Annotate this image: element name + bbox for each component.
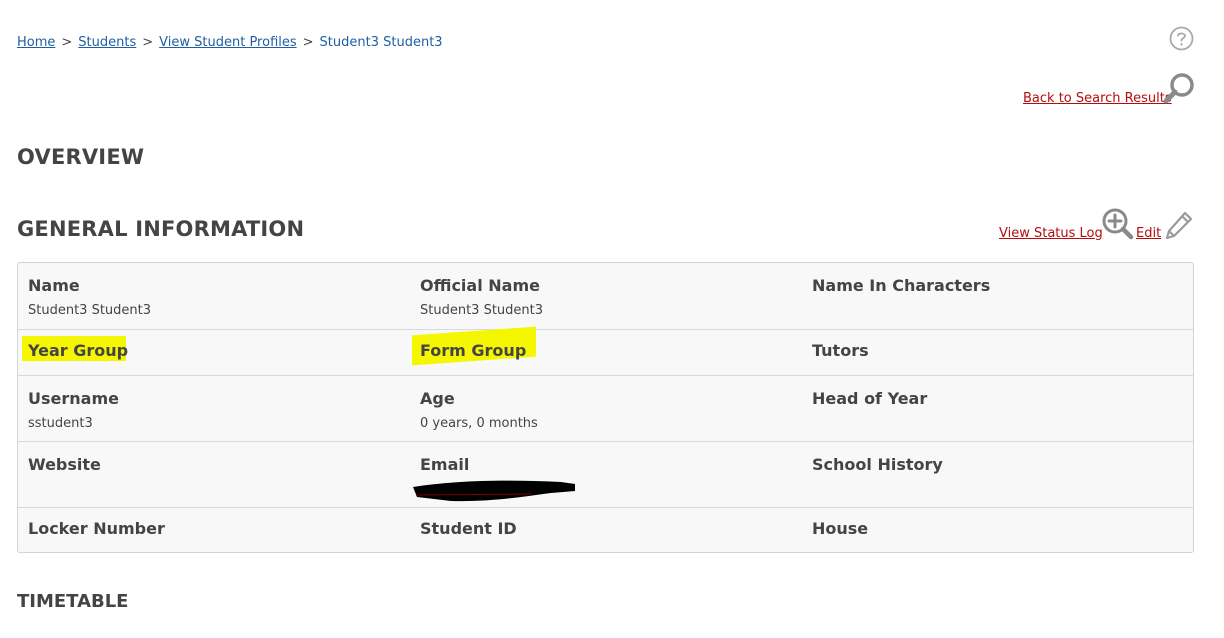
breadcrumb-current: Student3 Student3 <box>319 35 443 50</box>
info-value-age: 0 years, 0 months <box>420 416 538 431</box>
general-information-panel: Name Student3 Student3 Official Name Stu… <box>17 262 1194 553</box>
info-label-student-id: Student ID <box>420 519 517 538</box>
info-label-website: Website <box>28 455 101 474</box>
overview-heading: OVERVIEW <box>17 145 145 169</box>
breadcrumb-separator: > <box>302 35 314 50</box>
breadcrumb-view-student-profiles-link[interactable]: View Student Profiles <box>159 35 296 50</box>
breadcrumb-separator: > <box>61 35 73 50</box>
info-label-year-group: Year Group <box>28 341 129 360</box>
info-label-email: Email <box>420 455 470 474</box>
edit-link[interactable]: Edit <box>1136 226 1161 241</box>
view-status-log-link[interactable]: View Status Log <box>999 226 1103 241</box>
email-redaction-mark <box>413 480 575 502</box>
info-value-official-name: Student3 Student3 <box>420 303 544 318</box>
info-label-username: Username <box>28 389 119 408</box>
info-label-age: Age <box>420 389 455 408</box>
info-value-name: Student3 Student3 <box>28 303 152 318</box>
breadcrumb: Home > Students > View Student Profiles > Stud… <box>17 35 443 50</box>
info-row-groups: Year Group Form Group Tutors <box>18 326 1193 376</box>
info-label-head-of-year: Head of Year <box>812 389 928 408</box>
info-label-official-name: Official Name <box>420 276 540 295</box>
breadcrumb-separator: > <box>142 35 154 50</box>
info-row-username: Username sstudent3 Age 0 years, 0 months… <box>18 376 1193 442</box>
help-icon[interactable] <box>1169 26 1194 51</box>
info-row-locker: Locker Number Student ID House <box>18 508 1193 554</box>
info-row-contact: Website Email School History <box>18 442 1193 508</box>
breadcrumb-students-link[interactable]: Students <box>78 35 136 50</box>
zoom-in-icon[interactable] <box>1100 207 1134 241</box>
info-label-locker-number: Locker Number <box>28 519 165 538</box>
info-label-tutors: Tutors <box>812 341 869 360</box>
info-label-school-history: School History <box>812 455 943 474</box>
back-to-search-results-link[interactable]: Back to Search Results <box>1023 91 1172 106</box>
search-icon[interactable] <box>1163 72 1195 104</box>
info-value-username: sstudent3 <box>28 416 93 431</box>
timetable-heading: TIMETABLE <box>17 591 129 612</box>
general-information-heading: GENERAL INFORMATION <box>17 217 305 241</box>
info-label-name-in-characters: Name In Characters <box>812 276 991 295</box>
pencil-icon[interactable] <box>1163 209 1195 241</box>
info-label-house: House <box>812 519 869 538</box>
breadcrumb-home-link[interactable]: Home <box>17 35 55 50</box>
info-row-name: Name Student3 Student3 Official Name Stu… <box>18 263 1193 330</box>
info-label-name: Name <box>28 276 80 295</box>
info-label-form-group: Form Group <box>420 341 527 360</box>
